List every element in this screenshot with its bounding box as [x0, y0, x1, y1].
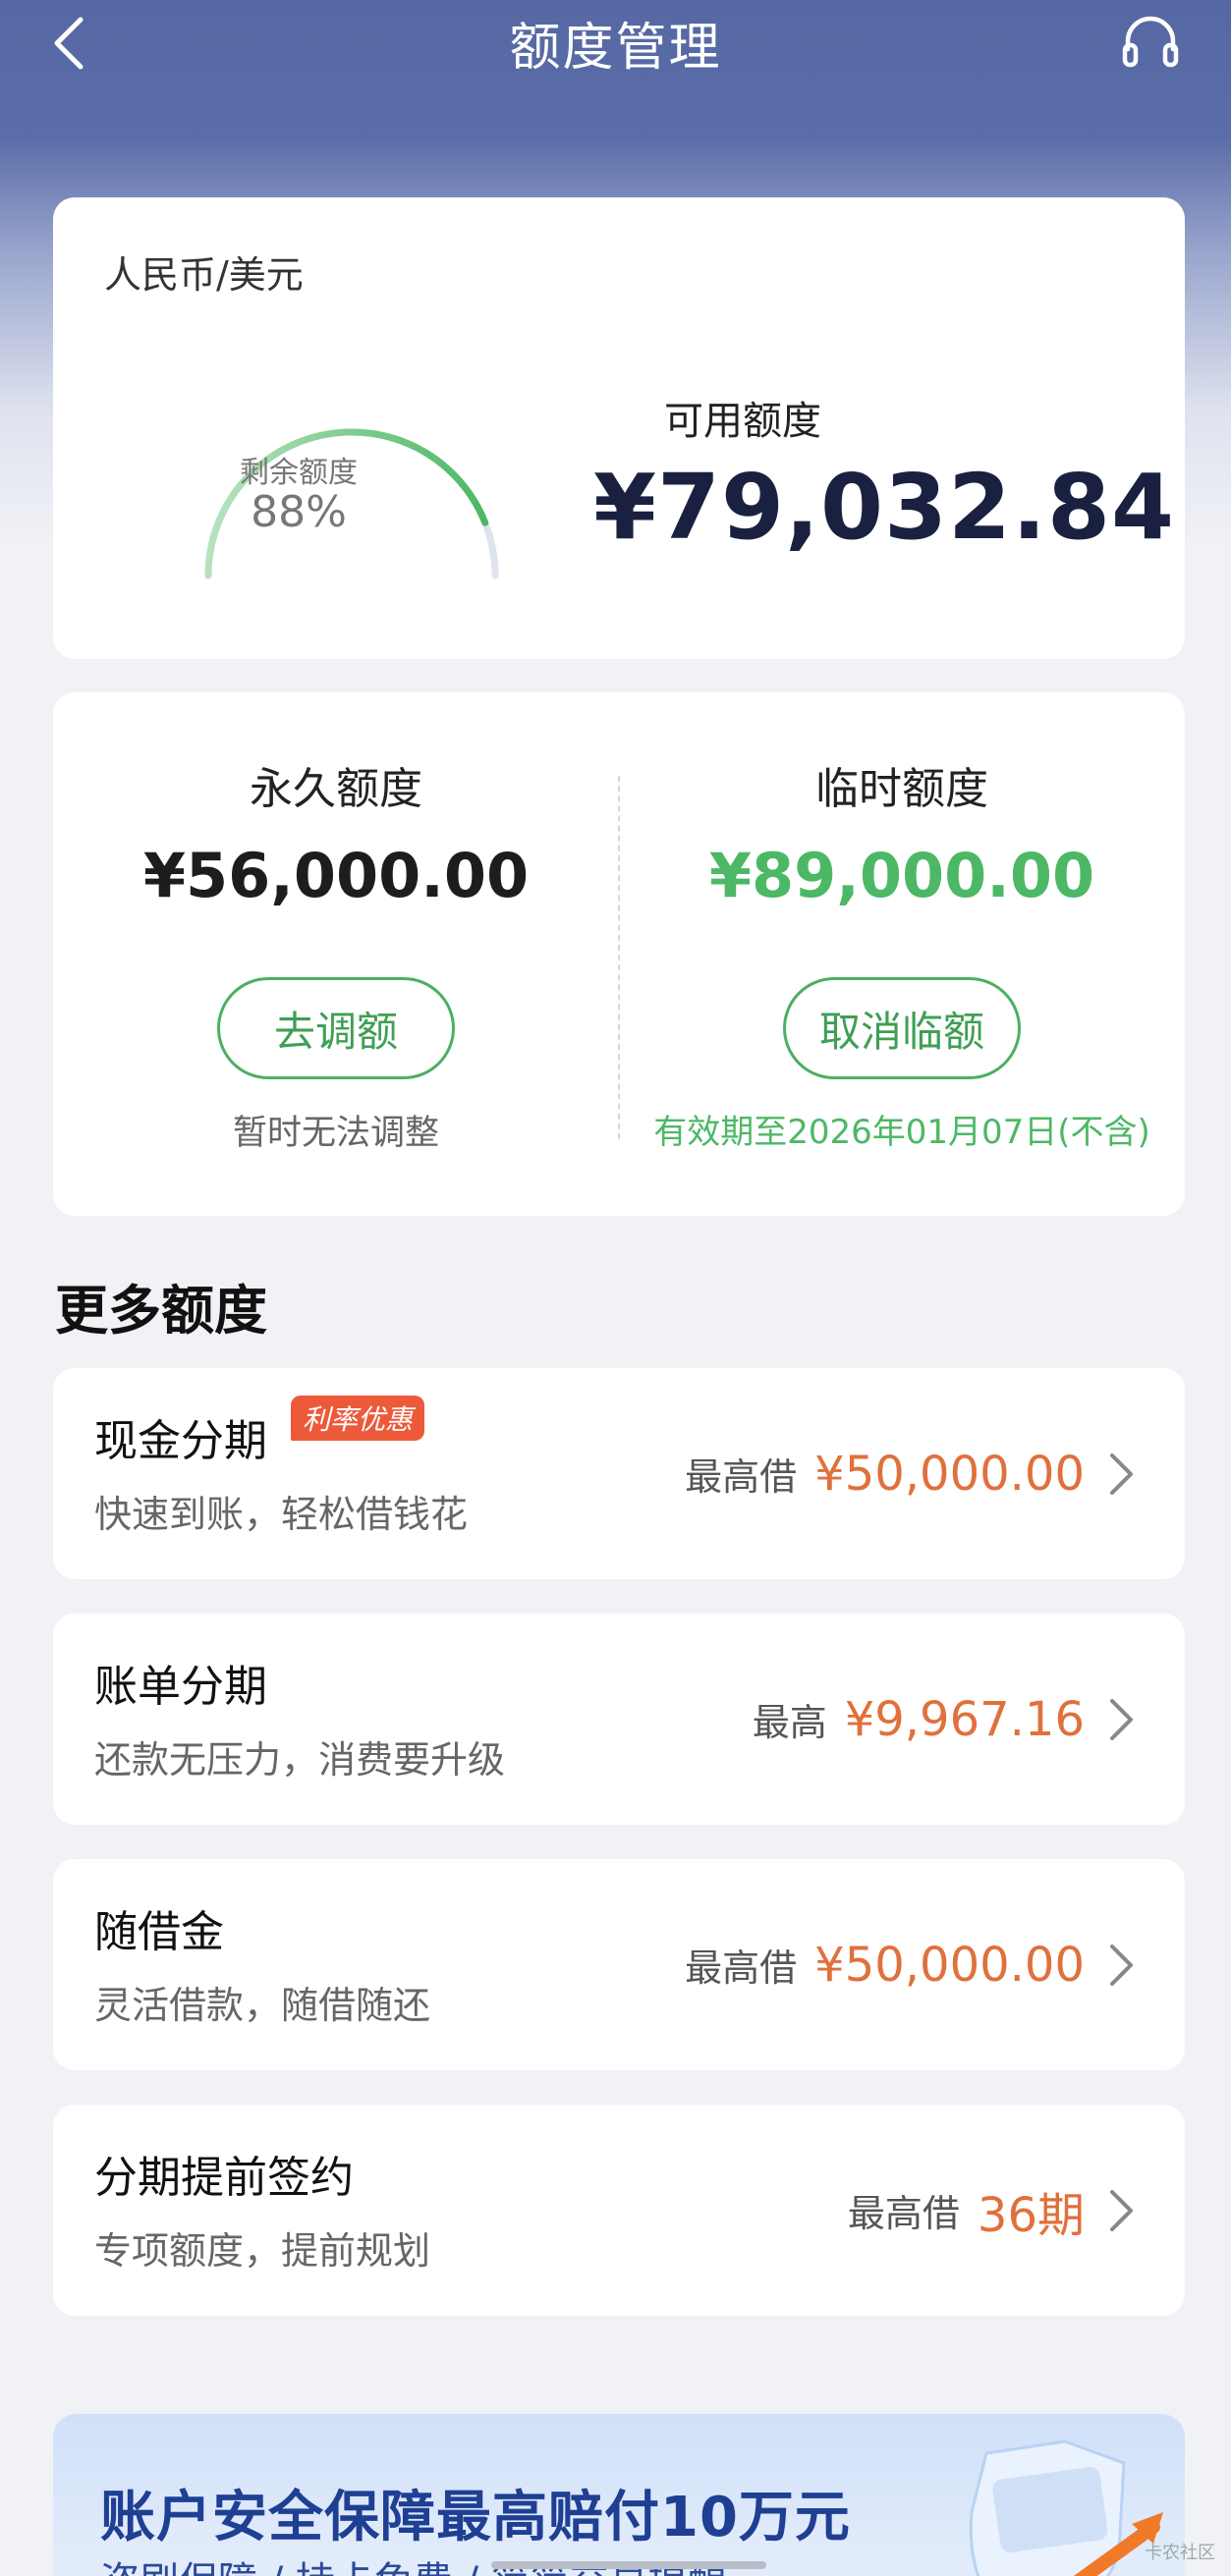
headset-icon[interactable]	[1120, 12, 1181, 71]
list-item-value: 36期	[977, 2187, 1085, 2243]
adjust-limit-button[interactable]: 去调额	[217, 977, 455, 1079]
permanent-limit: 永久额度 ¥56,000.00 去调额 暂时无法调整	[53, 692, 619, 1216]
list-item-prefix: 最高借	[847, 2192, 960, 2235]
flexible-loan-row[interactable]: 随借金 灵活借款，随借随还 最高借 ¥50,000.00	[53, 1859, 1185, 2070]
list-item-right: 最高借 36期	[848, 2105, 1136, 2316]
list-item-value: ¥9,967.16	[844, 1691, 1085, 1747]
chevron-right-icon	[1110, 1698, 1133, 1740]
available-credit-card: 人民币/美元 剩余额度 88% 可用额度 ¥79,032.84	[53, 197, 1185, 659]
list-item-right: 最高借 ¥50,000.00	[685, 1859, 1136, 2070]
chevron-right-icon	[1110, 2189, 1133, 2231]
available-credit-label: 可用额度	[664, 399, 821, 444]
temporary-limit: 临时额度 ¥89,000.00 取消临额 有效期至2026年01月07日(不含)	[619, 692, 1185, 1216]
list-item-title: 分期提前签约	[94, 2153, 354, 2203]
pre-sign-installment-row[interactable]: 分期提前签约 专项额度，提前规划 最高借 36期	[53, 2105, 1185, 2316]
temporary-limit-amount: ¥89,000.00	[708, 840, 1095, 911]
permanent-limit-note: 暂时无法调整	[232, 1114, 439, 1153]
chevron-left-icon[interactable]	[49, 14, 88, 73]
list-item-subtitle: 灵活借款，随借随还	[94, 1984, 431, 2027]
security-banner[interactable]: 账户安全保障最高赔付10万元 盗刷保障 / 持卡免费 / 简简交易提醒	[53, 2414, 1185, 2576]
list-item-value: ¥50,000.00	[814, 1446, 1085, 1502]
permanent-limit-amount: ¥56,000.00	[142, 840, 530, 911]
list-item-title: 现金分期	[94, 1416, 267, 1466]
list-item-subtitle: 快速到账，轻松借钱花	[94, 1493, 469, 1536]
page-title: 额度管理	[509, 18, 722, 78]
currency-label: 人民币/美元	[104, 253, 304, 297]
cash-installment-row[interactable]: 现金分期 利率优惠 快速到账，轻松借钱花 最高借 ¥50,000.00	[53, 1368, 1185, 1579]
list-item-right: 最高 ¥9,967.16	[753, 1614, 1136, 1825]
bill-installment-row[interactable]: 账单分期 还款无压力，消费要升级 最高 ¥9,967.16	[53, 1614, 1185, 1825]
watermark: 卡农社区	[1145, 2543, 1215, 2563]
list-item-right: 最高借 ¥50,000.00	[685, 1368, 1136, 1579]
list-item-subtitle: 专项额度，提前规划	[94, 2229, 431, 2273]
cancel-temp-limit-button[interactable]: 取消临额	[783, 977, 1021, 1079]
shield-card-icon	[969, 2439, 1163, 2576]
list-item-title: 账单分期	[94, 1662, 267, 1712]
list-item-prefix: 最高借	[685, 1455, 798, 1499]
more-limits-title: 更多额度	[55, 1280, 267, 1342]
banner-title: 账户安全保障最高赔付10万元	[100, 2486, 851, 2549]
limits-card: 永久额度 ¥56,000.00 去调额 暂时无法调整 临时额度 ¥89,000.…	[53, 692, 1185, 1216]
rate-discount-badge: 利率优惠	[291, 1396, 425, 1441]
temporary-limit-label: 临时额度	[815, 764, 988, 814]
permanent-limit-label: 永久额度	[250, 764, 422, 814]
list-item-prefix: 最高	[752, 1701, 827, 1744]
home-indicator[interactable]	[491, 2561, 766, 2569]
gauge-label: 剩余额度	[240, 456, 358, 490]
top-bar: 额度管理	[0, 0, 1231, 84]
list-item-value: ¥50,000.00	[814, 1937, 1085, 1993]
list-item-subtitle: 还款无压力，消费要升级	[94, 1738, 506, 1781]
list-item-prefix: 最高借	[685, 1946, 798, 1990]
available-credit-amount: ¥79,032.84	[593, 455, 1176, 560]
chevron-right-icon	[1110, 1944, 1133, 1986]
temporary-limit-expiry: 有效期至2026年01月07日(不含)	[653, 1113, 1150, 1152]
gauge-percent: 88%	[251, 487, 347, 537]
chevron-right-icon	[1110, 1452, 1133, 1495]
list-item-title: 随借金	[94, 1907, 224, 1957]
